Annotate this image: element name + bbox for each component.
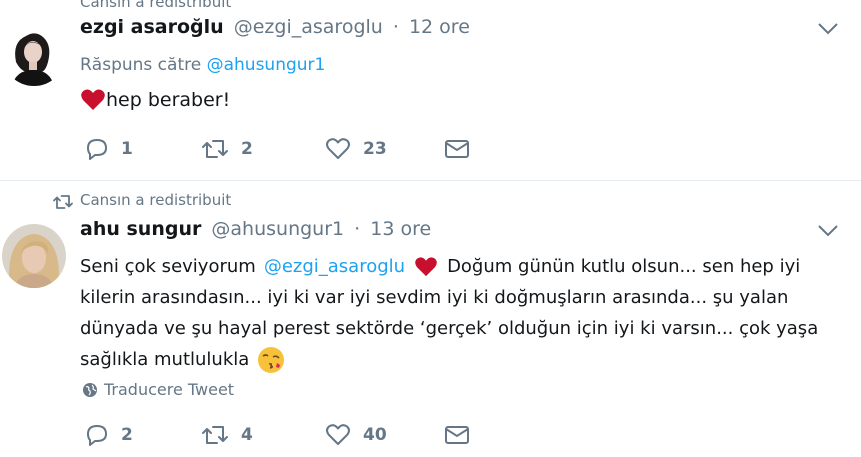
text-line: sağlıkla mutlulukla [80,349,250,370]
reply-icon[interactable] [85,137,109,161]
user-handle[interactable]: @ezgi_asaroglu [234,16,383,38]
retweet-context-icon [52,193,74,215]
retweet-count: 4 [241,425,253,445]
avatar-ahu[interactable] [2,224,66,288]
tweet-text-body: hep beraber! [106,89,231,111]
reply-icon[interactable] [85,423,109,447]
retweet-icon[interactable] [201,137,229,161]
tweet-text: hep beraber! [80,88,230,112]
reply-count: 2 [121,425,133,445]
retweet-action[interactable]: 2 [201,137,253,161]
text-line: dünyada ve şu hayal perest sektörde ‘ger… [80,318,819,339]
separator-dot: · [392,16,399,38]
reply-count: 1 [121,139,133,159]
timestamp[interactable]: 12 ore [409,16,470,38]
direct-message-icon[interactable] [444,138,470,164]
reply-mention-link[interactable]: @ahusungur1 [207,55,326,75]
heart-icon[interactable] [325,423,351,447]
reply-label: Răspuns către [80,55,202,75]
like-count: 40 [363,425,387,445]
translate-label[interactable]: Traducere Tweet [104,380,234,399]
tweet-ezgi[interactable]: ezgi asaroğlu @ezgi_asaroglu · 12 ore Ră… [0,0,861,180]
avatar-ezgi[interactable] [2,22,66,86]
heart-emoji-icon [413,256,439,278]
mention-link[interactable]: @ezgi_asaroglu [264,251,405,282]
like-action[interactable]: 40 [325,423,387,447]
tweet-header: ahu sungur @ahusungur1 · 13 ore [80,218,431,240]
direct-message-icon[interactable] [444,424,470,450]
separator-dot: · [354,218,361,240]
translate-tweet[interactable]: Traducere Tweet [82,380,234,399]
text-segment: Seni çok seviyorum [80,256,256,277]
kissing-face-emoji-icon [257,346,285,374]
text-line: kilerin arasındasın... iyi ki var iyi se… [80,287,789,308]
heart-emoji-icon [80,88,106,112]
text-segment: Doğum günün kutlu olsun... sen hep iyi [447,256,801,277]
timestamp[interactable]: 13 ore [370,218,431,240]
chevron-down-icon[interactable] [817,22,839,36]
retweet-context[interactable]: Cansın a redistribuit [80,191,231,209]
retweet-icon[interactable] [201,423,229,447]
retweet-action[interactable]: 4 [201,423,253,447]
reply-context: Răspuns către @ahusungur1 [80,55,325,75]
tweet-header: ezgi asaroğlu @ezgi_asaroglu · 12 ore [80,16,470,38]
tweet-ahu[interactable]: Cansın a redistribuit ahu sungur @ahusun… [0,181,861,457]
display-name[interactable]: ahu sungur [80,218,201,240]
user-handle[interactable]: @ahusungur1 [211,218,344,240]
display-name[interactable]: ezgi asaroğlu [80,16,224,38]
reply-action[interactable]: 1 [85,137,133,161]
chevron-down-icon[interactable] [817,224,839,238]
retweet-count: 2 [241,139,253,159]
like-action[interactable]: 23 [325,137,387,161]
reply-action[interactable]: 2 [85,423,133,447]
heart-icon[interactable] [325,137,351,161]
tweet-text: Seni çok seviyorum @ezgi_asaroglu Doğum … [80,251,850,375]
like-count: 23 [363,139,387,159]
globe-icon [82,382,98,398]
